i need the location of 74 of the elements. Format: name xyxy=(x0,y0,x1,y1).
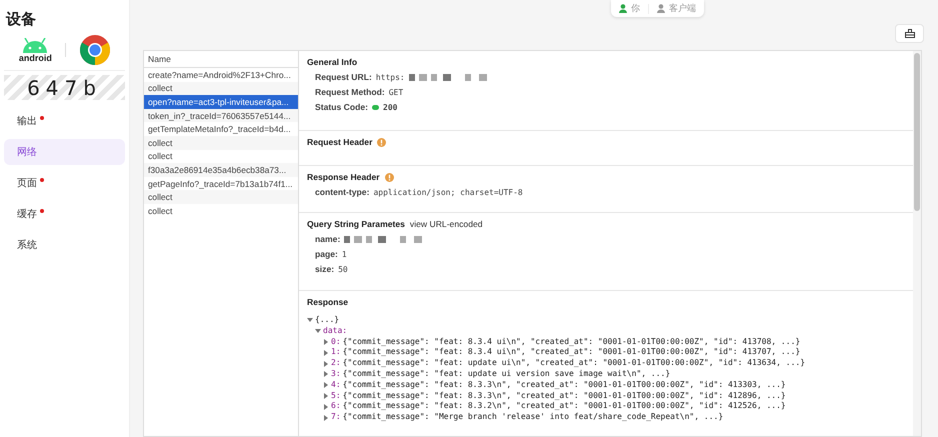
field-label: Request URL: xyxy=(315,72,372,82)
request-row[interactable]: getPageInfo?_traceId=7b13a1b74f1... xyxy=(144,176,298,190)
section-title: General Info xyxy=(307,57,358,67)
json-key: 2: xyxy=(331,358,341,369)
expand-triangle-icon[interactable] xyxy=(323,350,329,356)
field-label: size: xyxy=(315,264,334,274)
request-row[interactable]: collect xyxy=(144,136,298,150)
request-row[interactable]: f30a3a2e86914e35a4b6ecb38a73... xyxy=(144,163,298,177)
sidebar-title: 设备 xyxy=(6,10,37,29)
json-value: {"commit_message": "feat: 8.3.4 ui\n", "created_at": "0001-01-01T00:00:00Z", "id": 413707, ...} xyxy=(342,347,800,358)
field-label: Request Method: xyxy=(315,87,385,97)
json-key: 0: xyxy=(331,336,341,348)
field-label: name: xyxy=(315,234,340,244)
field-label: page: xyxy=(315,249,338,259)
json-value: {"commit_message": "Merge branch 'release' into feat/share_code_Repeat\n", ...} xyxy=(342,412,724,423)
json-key: 6: xyxy=(331,401,341,412)
sidebar-item[interactable]: 网络 xyxy=(4,139,125,165)
column-header: Name xyxy=(144,51,298,68)
field-value: https: xyxy=(376,72,405,82)
json-key: 4: xyxy=(331,380,341,391)
collapse-triangle-icon[interactable] xyxy=(315,328,321,334)
field-label: content-type: xyxy=(315,187,370,197)
view-url-encoded-link[interactable]: view URL-encoded xyxy=(410,219,483,229)
json-value: {...} xyxy=(315,315,340,326)
platform-label: android xyxy=(18,52,52,62)
section-title: Response Header xyxy=(307,172,380,182)
json-value: {"commit_message": "feat: 8.3.2\n", "created_at": "0001-01-01T00:00:00Z", "id": 412526, ...} xyxy=(342,401,786,412)
request-row[interactable]: collect xyxy=(144,190,298,204)
sidebar-item[interactable]: 输出 xyxy=(4,108,125,134)
sidebar-item[interactable]: 页面 xyxy=(4,170,125,196)
request-row[interactable]: token_in?_traceId=76063557e5144... xyxy=(144,108,298,122)
field-value: 50 xyxy=(338,264,348,274)
field-label: Status Code: xyxy=(315,102,368,112)
info-icon xyxy=(377,138,386,146)
expand-triangle-icon[interactable] xyxy=(323,338,329,345)
expand-triangle-icon[interactable] xyxy=(323,392,329,399)
field-value: GET xyxy=(388,88,404,96)
tray-icon xyxy=(904,29,914,38)
sidebar-item[interactable]: 系统 xyxy=(4,232,125,258)
request-row[interactable]: collect xyxy=(144,204,298,218)
info-icon xyxy=(384,172,394,182)
json-value: {"commit_message": "feat: 8.3.4 ui\n", "created_at": "0001-01-01T00:00:00Z", "id": 413708, ...} xyxy=(342,336,800,348)
json-key: 5: xyxy=(331,390,341,402)
toolbar-button[interactable] xyxy=(895,24,924,43)
collapse-triangle-icon[interactable] xyxy=(307,317,313,324)
expand-triangle-icon[interactable] xyxy=(323,382,329,388)
json-value: {"commit_message": "feat: update ui version save image wait\n", ...} xyxy=(342,368,670,380)
sidebar-item[interactable]: 缓存 xyxy=(4,201,125,227)
field-value: 1 xyxy=(342,250,347,258)
request-row[interactable]: collect xyxy=(144,150,298,164)
section-title: Request Header xyxy=(307,137,372,147)
json-key: 7: xyxy=(331,412,341,423)
json-value: {"commit_message": "feat: update ui\n", "created_at": "0001-01-01T00:00:00Z", "id": 413634, ...} xyxy=(342,358,806,369)
json-key: 3: xyxy=(331,368,341,380)
section-title: Response xyxy=(307,297,348,307)
expand-triangle-icon[interactable] xyxy=(323,414,329,421)
request-row[interactable]: open?name=act3-tpl-inviteuser&pa... xyxy=(144,95,298,109)
status-code: 200 xyxy=(383,102,398,112)
person-icon xyxy=(619,4,627,13)
json-key: data: xyxy=(323,326,348,337)
expand-triangle-icon[interactable] xyxy=(323,360,329,367)
request-row[interactable]: collect xyxy=(144,82,298,96)
section-title: Query String Parametes xyxy=(307,219,405,229)
expand-triangle-icon[interactable] xyxy=(323,404,329,410)
device-code: 647b xyxy=(4,75,125,100)
request-row[interactable]: getTemplateMetaInfo?_traceId=b4d... xyxy=(144,122,298,136)
json-key: 1: xyxy=(331,347,341,358)
request-row[interactable]: create?name=Android%2F13+Chro... xyxy=(144,68,298,82)
expand-triangle-icon[interactable] xyxy=(323,371,329,378)
browser-logo-icon xyxy=(80,35,110,65)
json-value: {"commit_message": "feat: 8.3.3\n", "created_at": "0001-01-01T00:00:00Z", "id": 412896, ...} xyxy=(342,390,786,402)
field-value: application/json; charset=UTF-8 xyxy=(373,188,523,196)
json-value: {"commit_message": "feat: 8.3.3\n", "created_at": "0001-01-01T00:00:00Z", "id": 413303, ...} xyxy=(342,380,786,391)
person-icon xyxy=(657,4,665,13)
